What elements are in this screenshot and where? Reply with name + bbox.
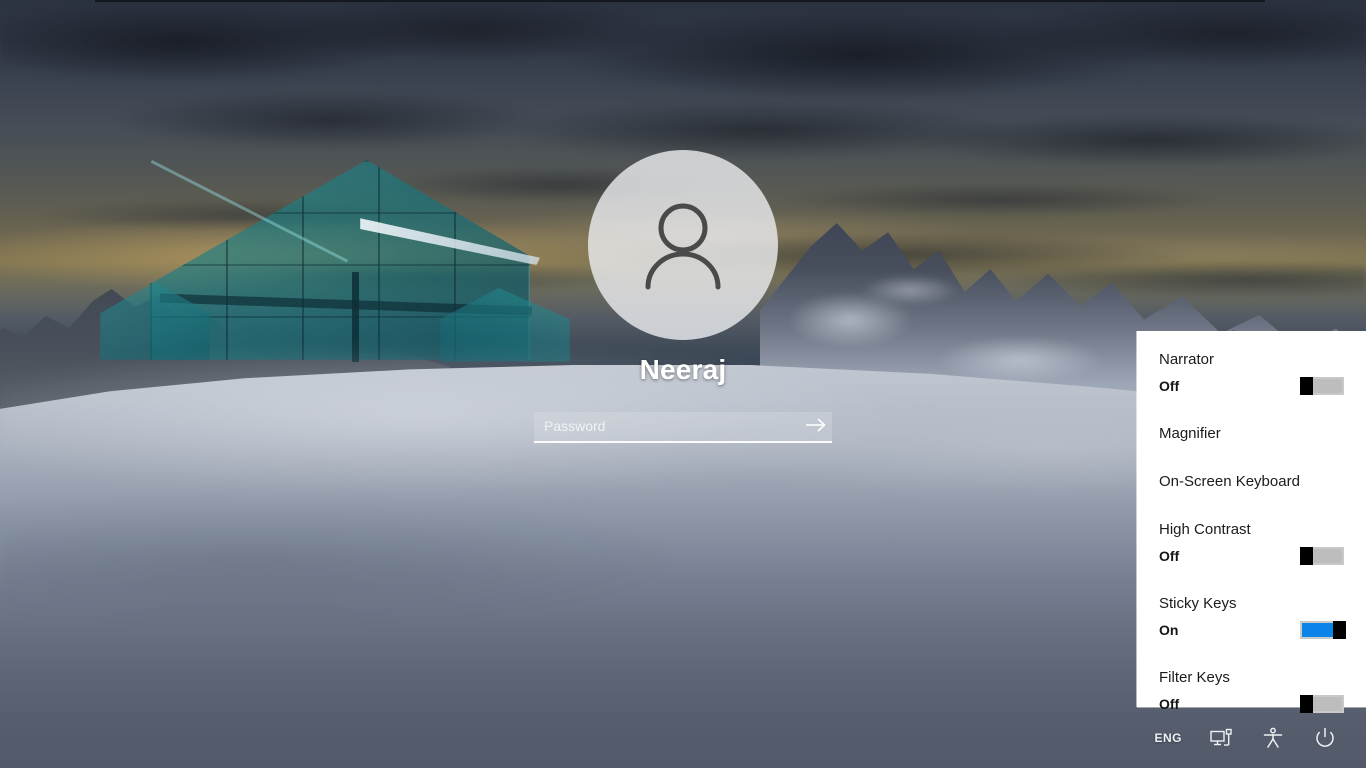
eoa-item-label: Filter Keys [1159, 669, 1230, 686]
ease-of-access-panel: Narrator Off Magnifier On-Screen Keyboar… [1137, 331, 1366, 713]
power-button[interactable] [1312, 723, 1338, 753]
user-name: Neeraj [639, 354, 727, 385]
arrow-right-icon [805, 417, 827, 436]
eoa-item-narrator[interactable]: Narrator Off [1159, 347, 1344, 399]
sticky-keys-toggle[interactable] [1300, 621, 1346, 639]
high-contrast-toggle[interactable] [1300, 547, 1344, 565]
power-icon [1314, 727, 1336, 749]
eoa-item-high-contrast[interactable]: High Contrast Off [1159, 517, 1344, 569]
eoa-item-label: High Contrast [1159, 521, 1251, 538]
language-indicator[interactable]: ENG [1154, 723, 1182, 753]
language-label: ENG [1154, 731, 1182, 745]
window-top-edge [95, 0, 1265, 4]
eoa-state-line: Off [1159, 543, 1344, 569]
password-submit-button[interactable] [800, 412, 832, 441]
network-button[interactable] [1208, 723, 1234, 753]
eoa-state-line: Off [1159, 373, 1344, 399]
ease-of-access-icon [1262, 727, 1284, 749]
avatar[interactable] [588, 150, 778, 340]
eoa-item-label: Magnifier [1159, 425, 1221, 442]
eoa-item-state: Off [1159, 378, 1180, 394]
eoa-item-label: On-Screen Keyboard [1159, 473, 1300, 490]
eoa-item-state: On [1159, 622, 1179, 638]
eoa-item-magnifier[interactable]: Magnifier [1159, 421, 1344, 447]
user-avatar-icon [628, 190, 738, 300]
eoa-item-state: Off [1159, 548, 1180, 564]
ease-of-access-button[interactable] [1260, 723, 1286, 753]
toggle-thumb [1300, 547, 1313, 565]
password-field-wrapper [534, 412, 832, 443]
bottom-bar: ENG [0, 708, 1366, 768]
toggle-thumb [1300, 377, 1313, 395]
narrator-toggle[interactable] [1300, 377, 1344, 395]
eoa-item-label: Narrator [1159, 351, 1215, 368]
network-icon [1210, 728, 1232, 748]
lock-screen: Neeraj Narrator Off Magnifier On-Screen … [0, 0, 1366, 768]
eoa-item-sticky-keys[interactable]: Sticky Keys On [1159, 591, 1346, 643]
toggle-thumb [1333, 621, 1346, 639]
eoa-item-label: Sticky Keys [1159, 595, 1237, 612]
eoa-item-on-screen-keyboard[interactable]: On-Screen Keyboard [1159, 469, 1344, 495]
password-input[interactable] [534, 412, 832, 443]
eoa-state-line: On [1159, 617, 1346, 643]
